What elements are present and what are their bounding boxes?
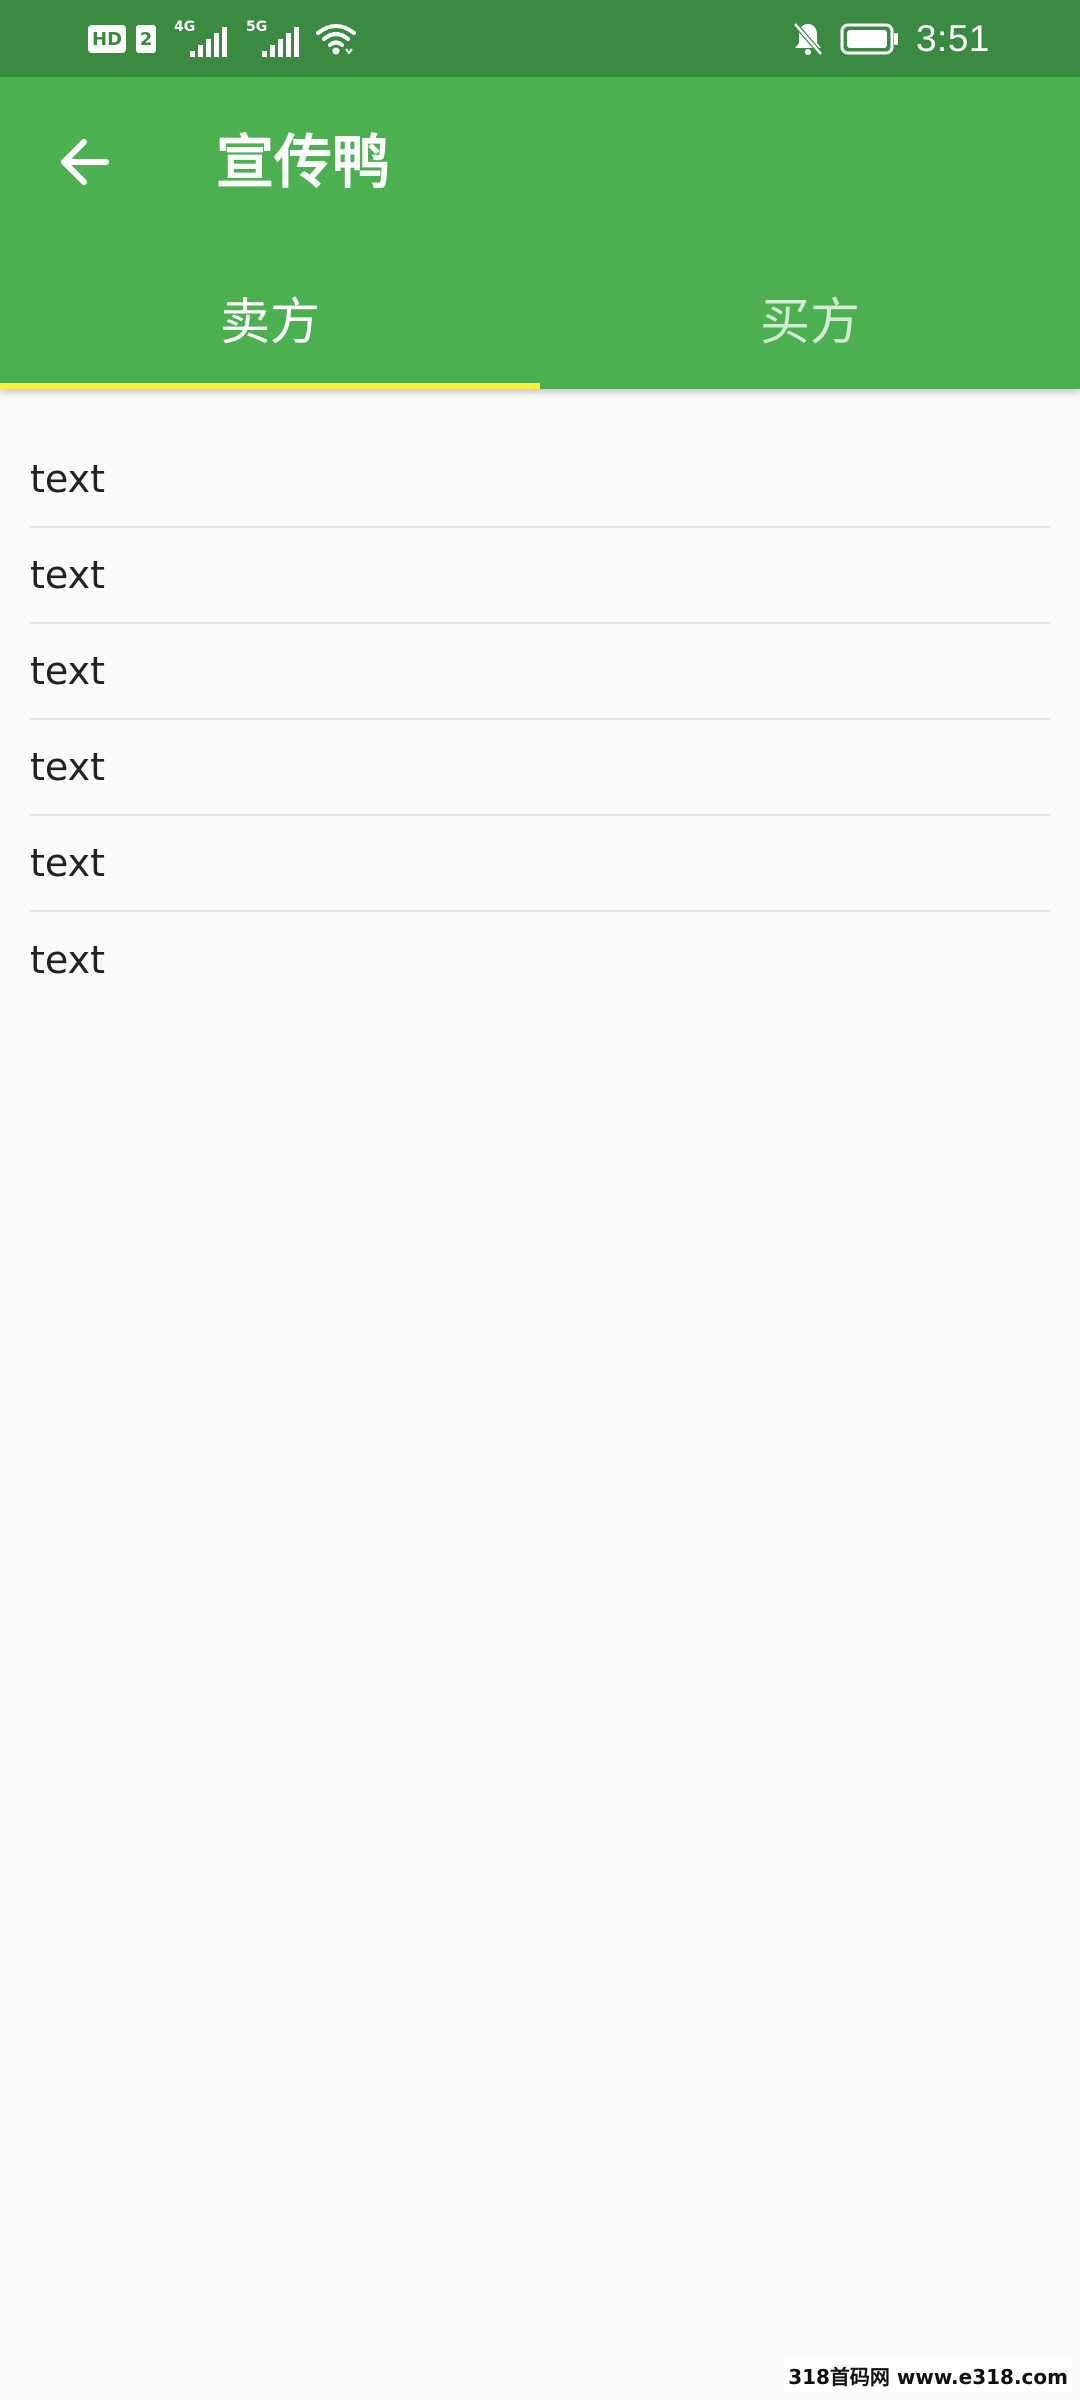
status-right-group: 3:51 xyxy=(792,14,990,64)
tab-bar: 卖方 买方 xyxy=(0,247,1080,389)
list-item-text: text xyxy=(30,457,105,501)
list-item[interactable]: text xyxy=(30,528,1050,624)
tab-seller[interactable]: 卖方 xyxy=(0,247,540,389)
wifi-icon xyxy=(316,24,357,55)
list-item[interactable]: text xyxy=(30,816,1050,912)
list-item[interactable]: text xyxy=(30,624,1050,720)
status-time: 3:51 xyxy=(915,18,990,59)
back-button[interactable] xyxy=(42,119,128,205)
tab-buyer[interactable]: 买方 xyxy=(540,247,1080,389)
signal-icon xyxy=(190,27,228,57)
status-bar: HD 2 4G 5G 3:51 xyxy=(0,0,1080,77)
app-bar: 宣传鸭 卖方 买方 xyxy=(0,77,1080,389)
hd-badge: HD xyxy=(88,25,127,53)
status-left-group: HD 2 4G 5G xyxy=(88,18,357,60)
list-item[interactable]: text xyxy=(30,432,1050,528)
list-item-text: text xyxy=(30,938,105,982)
content-list: text text text text text text xyxy=(0,432,1080,1008)
bell-muted-icon xyxy=(793,22,823,56)
signal-5g: 5G xyxy=(246,19,300,59)
arrow-left-icon xyxy=(61,139,109,185)
signal-4g: 4G xyxy=(174,19,228,59)
list-item[interactable]: text xyxy=(30,720,1050,816)
tab-label: 买方 xyxy=(760,293,860,351)
battery-icon xyxy=(840,23,898,55)
sim-badge: 2 xyxy=(136,25,157,53)
signal-icon xyxy=(262,27,300,57)
tab-label: 卖方 xyxy=(220,293,320,351)
list-item-text: text xyxy=(30,649,105,693)
list-item-text: text xyxy=(30,745,105,789)
page-title: 宣传鸭 xyxy=(216,128,391,196)
tab-indicator xyxy=(0,383,540,389)
list-item-text: text xyxy=(30,841,105,885)
list-item[interactable]: text xyxy=(30,912,1050,1008)
list-item-text: text xyxy=(30,553,105,597)
watermark: 318首码网 www.e318.com xyxy=(784,2359,1072,2392)
